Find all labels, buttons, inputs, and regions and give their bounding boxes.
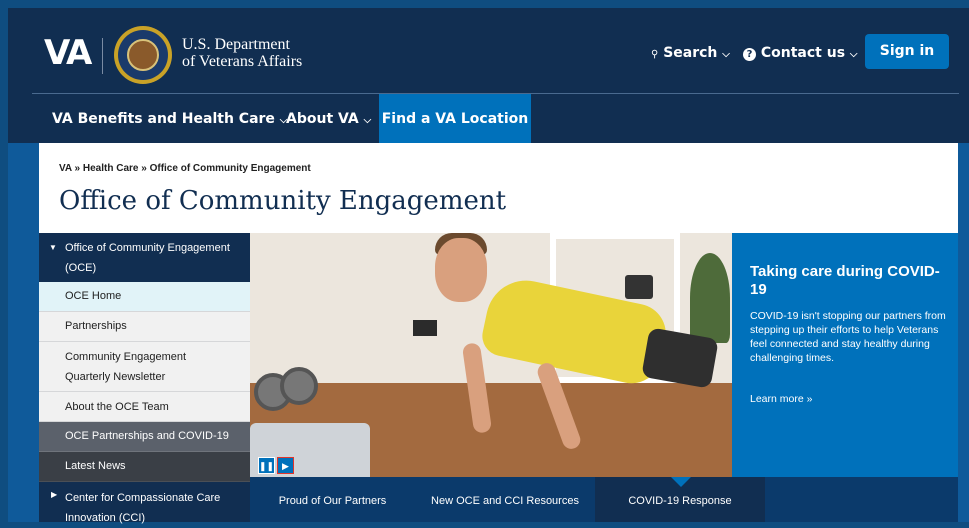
hero-image bbox=[250, 233, 732, 477]
department-line-2: of Veterans Affairs bbox=[182, 53, 303, 70]
page-title: Office of Community Engagement bbox=[59, 186, 507, 216]
sidebar-item-cci[interactable]: ▶ Center for Compassionate Care Innovati… bbox=[39, 482, 250, 524]
sidebar-nav: ▼ Office of Community Engagement (OCE) O… bbox=[39, 233, 250, 524]
sidebar-item-label: Latest News bbox=[65, 460, 126, 472]
covid-promo-box: Taking care during COVID-19 COVID-19 isn… bbox=[732, 233, 958, 477]
va-logo: VA bbox=[44, 33, 92, 73]
sidebar-item-label: Partnerships bbox=[65, 320, 127, 332]
chevron-down-icon: ⌵ bbox=[722, 49, 730, 60]
sidebar-item-label: About the OCE Team bbox=[65, 401, 169, 413]
pause-button[interactable]: ❚❚ bbox=[258, 457, 275, 474]
search-icon: ⚲ bbox=[651, 49, 659, 60]
question-circle-icon: ? bbox=[743, 48, 756, 61]
promo-body: COVID-19 isn't stopping our partners fro… bbox=[750, 310, 946, 364]
promo-title: Taking care during COVID-19 bbox=[750, 263, 940, 298]
department-name: U.S. Department of Veterans Affairs bbox=[182, 36, 302, 70]
sidebar-item-label: Community Engagement Quarterly Newslette… bbox=[65, 351, 187, 383]
contact-us-label: Contact us bbox=[760, 45, 846, 61]
sidebar-item-oce-home[interactable]: OCE Home bbox=[39, 282, 250, 312]
tab-proud-of-partners[interactable]: Proud of Our Partners bbox=[250, 477, 415, 522]
contact-us-link[interactable]: ? Contact us ⌵ bbox=[743, 45, 858, 61]
logo-divider bbox=[102, 38, 103, 74]
search-link[interactable]: ⚲ Search ⌵ bbox=[651, 45, 730, 61]
sidebar-item-covid-partnerships[interactable]: OCE Partnerships and COVID-19 bbox=[39, 422, 250, 452]
nav-about-va[interactable]: About VA ⌵ bbox=[286, 94, 371, 143]
sidebar-item-label: OCE Home bbox=[65, 290, 122, 302]
chevron-down-icon: ⌵ bbox=[849, 49, 858, 60]
sidebar-item-label: Office of Community Engagement (OCE) bbox=[65, 242, 230, 274]
play-button[interactable]: ▶ bbox=[277, 457, 294, 474]
nav-label: About VA bbox=[286, 111, 359, 127]
nav-label: VA Benefits and Health Care bbox=[52, 111, 275, 127]
sign-in-button[interactable]: Sign in bbox=[865, 34, 949, 69]
search-label: Search bbox=[663, 45, 718, 61]
sidebar-item-partnerships[interactable]: Partnerships bbox=[39, 312, 250, 342]
caret-right-icon: ▶ bbox=[51, 490, 58, 499]
nav-benefits-health-care[interactable]: VA Benefits and Health Care ⌵ bbox=[52, 94, 287, 143]
sidebar-item-newsletter[interactable]: Community Engagement Quarterly Newslette… bbox=[39, 342, 250, 392]
learn-more-link[interactable]: Learn more » bbox=[750, 393, 812, 405]
carousel-tabs: Proud of Our Partners New OCE and CCI Re… bbox=[250, 477, 958, 522]
sidebar-item-label: OCE Partnerships and COVID-19 bbox=[65, 430, 229, 442]
sidebar-item-latest-news[interactable]: Latest News bbox=[39, 452, 250, 482]
tab-new-resources[interactable]: New OCE and CCI Resources bbox=[415, 477, 595, 522]
chevron-down-icon: ⌵ bbox=[363, 115, 372, 126]
active-tab-indicator bbox=[671, 477, 691, 487]
caret-down-icon: ▼ bbox=[49, 243, 57, 252]
va-seal-icon bbox=[114, 26, 172, 84]
nav-find-va-location[interactable]: Find a VA Location bbox=[379, 94, 531, 143]
sidebar-item-about-team[interactable]: About the OCE Team bbox=[39, 392, 250, 422]
department-line-1: U.S. Department bbox=[182, 36, 290, 53]
breadcrumb[interactable]: VA » Health Care » Office of Community E… bbox=[59, 163, 311, 174]
sidebar-item-oce[interactable]: ▼ Office of Community Engagement (OCE) bbox=[39, 233, 250, 282]
sidebar-item-label: Center for Compassionate Care Innovation… bbox=[65, 492, 221, 524]
